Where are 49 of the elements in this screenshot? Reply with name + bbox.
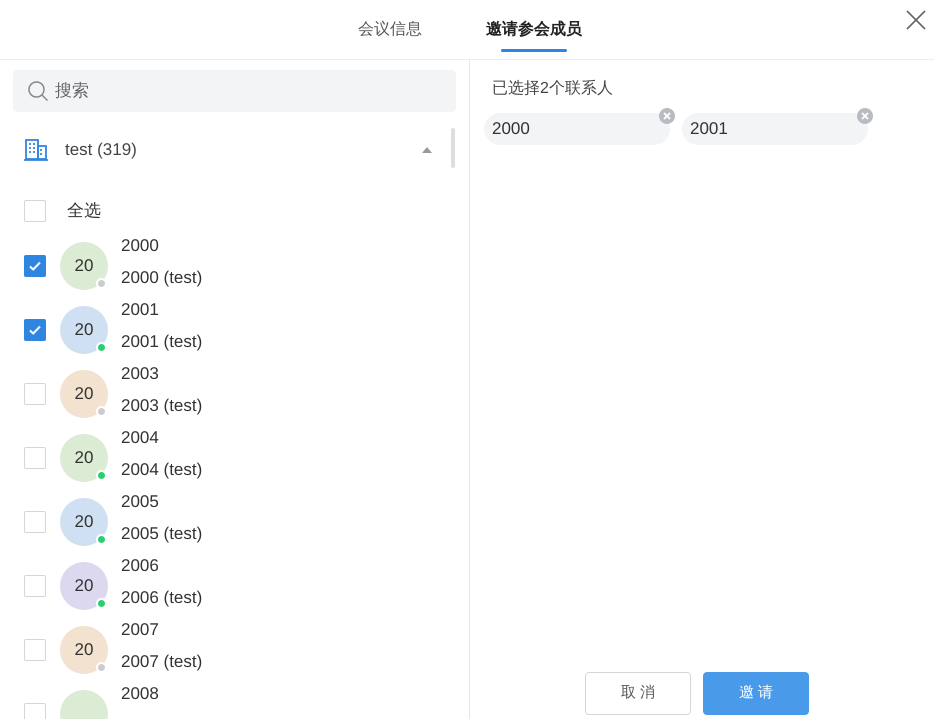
checkbox[interactable] — [24, 575, 46, 597]
contact-name: 2007 — [121, 619, 160, 641]
remove-icon[interactable] — [856, 107, 874, 125]
contact-name: 2008 — [121, 683, 159, 705]
contact-subtitle: 2007 (test) — [121, 651, 202, 673]
building-icon — [24, 139, 48, 161]
checkbox[interactable] — [24, 200, 46, 222]
remove-icon[interactable] — [658, 107, 676, 125]
cancel-button[interactable]: 取 消 — [585, 672, 691, 715]
selected-count: 已选择2个联系人 — [492, 78, 614, 99]
contact-name: 2003 — [121, 363, 160, 385]
contact-subtitle: 2000 (test) — [121, 267, 202, 289]
checkbox[interactable] — [24, 703, 46, 719]
avatar-initials: 20 — [74, 575, 94, 598]
tab[interactable]: 邀请参会成员 — [482, 0, 586, 60]
group-label: test (319) — [65, 139, 138, 162]
checkbox[interactable] — [24, 255, 46, 277]
avatar-initials: 20 — [74, 383, 94, 406]
tab[interactable]: 会议信息 — [354, 0, 426, 60]
contact-subtitle: 2006 (test) — [121, 587, 202, 609]
avatar-initials: 20 — [74, 511, 94, 534]
group-row[interactable]: test (319) — [0, 112, 469, 188]
caret-icon[interactable] — [421, 146, 433, 154]
scrollbar-thumb[interactable] — [451, 128, 455, 168]
search-field[interactable]: 搜索 — [13, 70, 456, 112]
checkbox[interactable] — [24, 511, 46, 533]
avatar-initials: 20 — [74, 639, 94, 662]
search-icon — [27, 80, 49, 102]
contact-subtitle: 2004 (test) — [121, 459, 202, 481]
checkbox[interactable] — [24, 447, 46, 469]
contact-subtitle: 2001 (test) — [121, 331, 202, 353]
avatar-initials: 20 — [74, 319, 94, 342]
checkmark-icon — [28, 259, 42, 273]
contact-name: 2001 — [121, 299, 160, 321]
close-icon[interactable] — [906, 10, 926, 30]
contact-name: 2000 — [121, 235, 160, 257]
checkmark-icon — [28, 323, 42, 337]
contact-subtitle: 2005 (test) — [121, 523, 202, 545]
contact-subtitle: 2003 (test) — [121, 395, 202, 417]
active-tab-indicator — [501, 48, 567, 52]
checkbox[interactable] — [24, 383, 46, 405]
contact-name: 2004 — [121, 427, 160, 449]
checkbox[interactable] — [24, 639, 46, 661]
avatar-initials: 20 — [74, 447, 94, 470]
select-all-label: 全选 — [67, 200, 101, 222]
avatar-initials: 20 — [74, 255, 94, 278]
checkbox[interactable] — [24, 319, 46, 341]
contact-name: 2005 — [121, 491, 160, 513]
contact-name: 2006 — [121, 555, 160, 577]
